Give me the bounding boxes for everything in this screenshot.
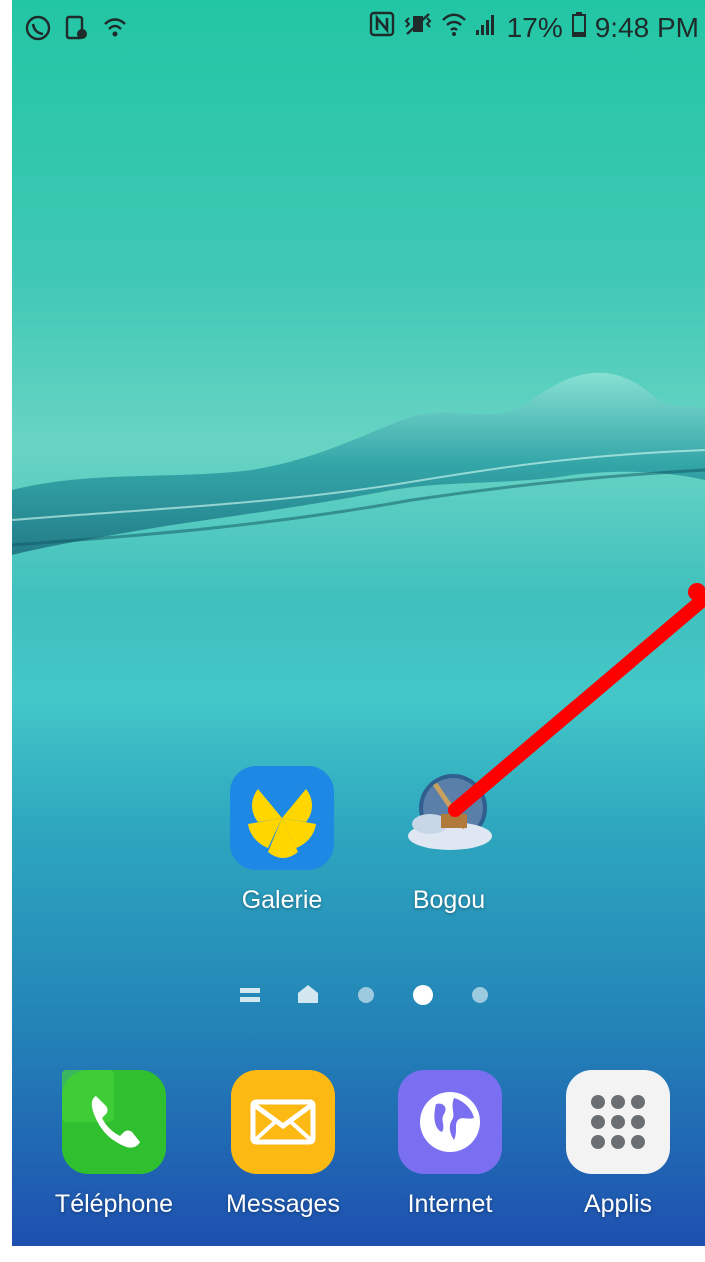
globe-icon xyxy=(396,1068,504,1176)
phone-icon xyxy=(60,1068,168,1176)
page-dot[interactable] xyxy=(358,987,374,1003)
apps-grid-icon xyxy=(564,1068,672,1176)
bogou-icon xyxy=(395,764,503,872)
page-dot[interactable] xyxy=(472,987,488,1003)
app-label: Messages xyxy=(226,1190,340,1218)
viber-icon xyxy=(24,14,52,47)
nfc-icon xyxy=(369,10,395,45)
battery-icon xyxy=(571,10,587,45)
clock-time: 9:48 PM xyxy=(594,11,699,43)
wallpaper-water-wave xyxy=(12,372,705,555)
gallery-icon xyxy=(228,764,336,872)
status-bar: 17% 9:48 PM xyxy=(12,0,705,58)
app-label: Téléphone xyxy=(54,1190,174,1218)
app-bogou[interactable]: Bogou xyxy=(369,764,529,915)
page-indicator xyxy=(12,980,705,1010)
dock-app-internet[interactable]: Internet xyxy=(370,1068,530,1219)
menu-icon[interactable] xyxy=(240,985,260,1010)
app-label: Internet xyxy=(407,1190,493,1218)
screenshot-icon xyxy=(64,14,90,47)
home-screen: 17% 9:48 PM Galerie Bogou Téléphone Mess… xyxy=(12,0,705,1246)
battery-percent: 17% xyxy=(506,11,563,43)
app-label: Galerie xyxy=(241,886,323,914)
wifi-hotspot-icon xyxy=(102,14,128,47)
page-dot-active[interactable] xyxy=(413,985,433,1005)
dock-app-messages[interactable]: Messages xyxy=(203,1068,363,1219)
signal-icon xyxy=(475,10,499,45)
app-label: Bogou xyxy=(412,886,486,914)
dock-app-applis[interactable]: Applis xyxy=(538,1068,698,1219)
status-right-icons: 17% 9:48 PM xyxy=(369,10,699,45)
wifi-icon xyxy=(441,10,467,45)
vibrate-icon xyxy=(403,10,433,45)
home-icon[interactable] xyxy=(297,984,319,1009)
app-label: Applis xyxy=(583,1190,653,1218)
app-galerie[interactable]: Galerie xyxy=(202,764,362,915)
envelope-icon xyxy=(229,1068,337,1176)
status-left-icons xyxy=(24,14,128,47)
dock-app-telephone[interactable]: Téléphone xyxy=(34,1068,194,1219)
